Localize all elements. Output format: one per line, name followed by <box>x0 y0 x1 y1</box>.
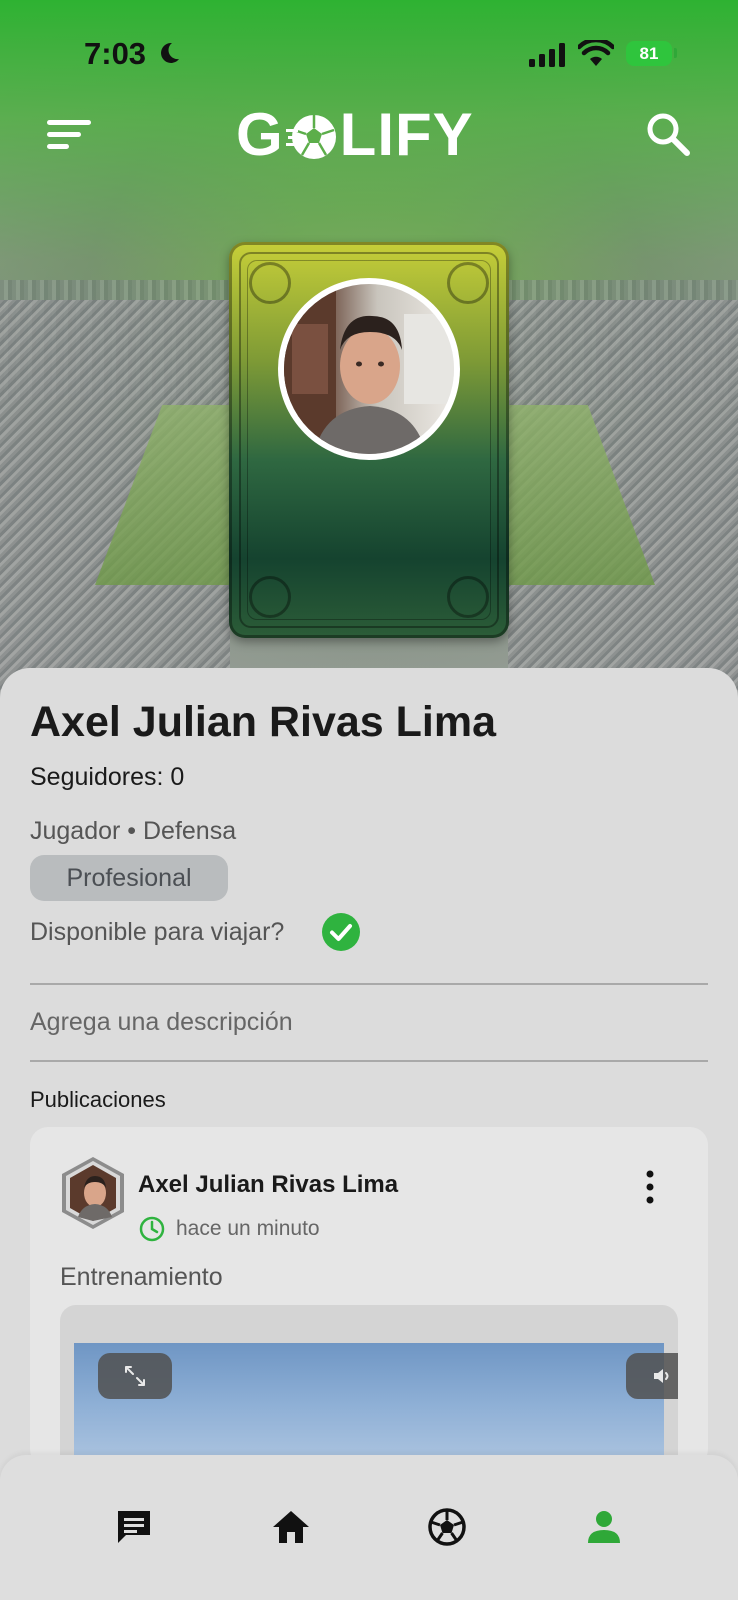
player-role: Jugador • Defensa <box>30 817 237 845</box>
cellular-signal-icon <box>529 43 567 72</box>
card-corner-ornament <box>447 576 489 618</box>
battery-indicator: 81 <box>626 41 672 66</box>
volume-icon <box>654 1369 669 1383</box>
nav-chat[interactable] <box>108 1501 160 1553</box>
home-icon <box>273 1511 309 1543</box>
volume-button[interactable] <box>626 1353 678 1399</box>
profile-photo-ring <box>278 278 460 460</box>
profile-photo <box>284 284 454 454</box>
player-card[interactable] <box>229 242 509 638</box>
check-circle-icon <box>322 913 360 956</box>
add-description-link[interactable]: Agrega una descripción <box>30 1008 293 1037</box>
profile-icon <box>588 1511 620 1543</box>
golify-logo: G LIFY <box>236 100 474 168</box>
search-icon[interactable] <box>644 110 692 158</box>
card-corner-ornament <box>249 576 291 618</box>
nav-profile[interactable] <box>578 1501 630 1553</box>
battery-level: 81 <box>639 43 659 63</box>
author-avatar[interactable] <box>60 1155 126 1231</box>
more-options-icon[interactable] <box>644 1169 656 1210</box>
post-card[interactable]: Axel Julian Rivas Lima hace un minuto En… <box>30 1127 708 1467</box>
divider <box>30 983 708 985</box>
nav-soccer[interactable] <box>421 1501 473 1553</box>
clock-icon <box>138 1215 166 1248</box>
profile-name: Axel Julian Rivas Lima <box>30 698 497 746</box>
status-bar: 7:03 81 <box>0 0 738 110</box>
wifi-icon <box>576 37 616 73</box>
nav-home[interactable] <box>265 1501 317 1553</box>
bottom-navigation <box>0 1455 738 1600</box>
post-media[interactable] <box>60 1305 678 1467</box>
logo-text-end: LIFY <box>339 100 474 168</box>
moon-icon <box>157 41 181 70</box>
post-text: Entrenamiento <box>60 1263 223 1291</box>
level-label: Profesional <box>66 863 192 892</box>
soccer-ball-icon <box>428 1508 466 1546</box>
battery-tip <box>674 48 677 58</box>
post-timestamp: hace un minuto <box>176 1217 320 1240</box>
travel-availability-label: Disponible para viajar? <box>30 918 285 946</box>
post-author-name[interactable]: Axel Julian Rivas Lima <box>138 1171 398 1199</box>
level-badge: Profesional <box>30 855 228 901</box>
expand-icon <box>125 1366 145 1386</box>
expand-video-button[interactable] <box>98 1353 172 1399</box>
logo-text-start: G <box>236 100 284 168</box>
publications-title: Publicaciones <box>30 1087 166 1112</box>
soccer-ball-logo-icon <box>285 108 338 160</box>
chat-icon <box>118 1511 150 1543</box>
menu-icon[interactable] <box>47 118 93 154</box>
followers-count[interactable]: Seguidores: 0 <box>30 763 184 792</box>
divider <box>30 1060 708 1062</box>
card-corner-ornament <box>249 262 291 304</box>
status-time: 7:03 <box>84 36 147 71</box>
card-corner-ornament <box>447 262 489 304</box>
